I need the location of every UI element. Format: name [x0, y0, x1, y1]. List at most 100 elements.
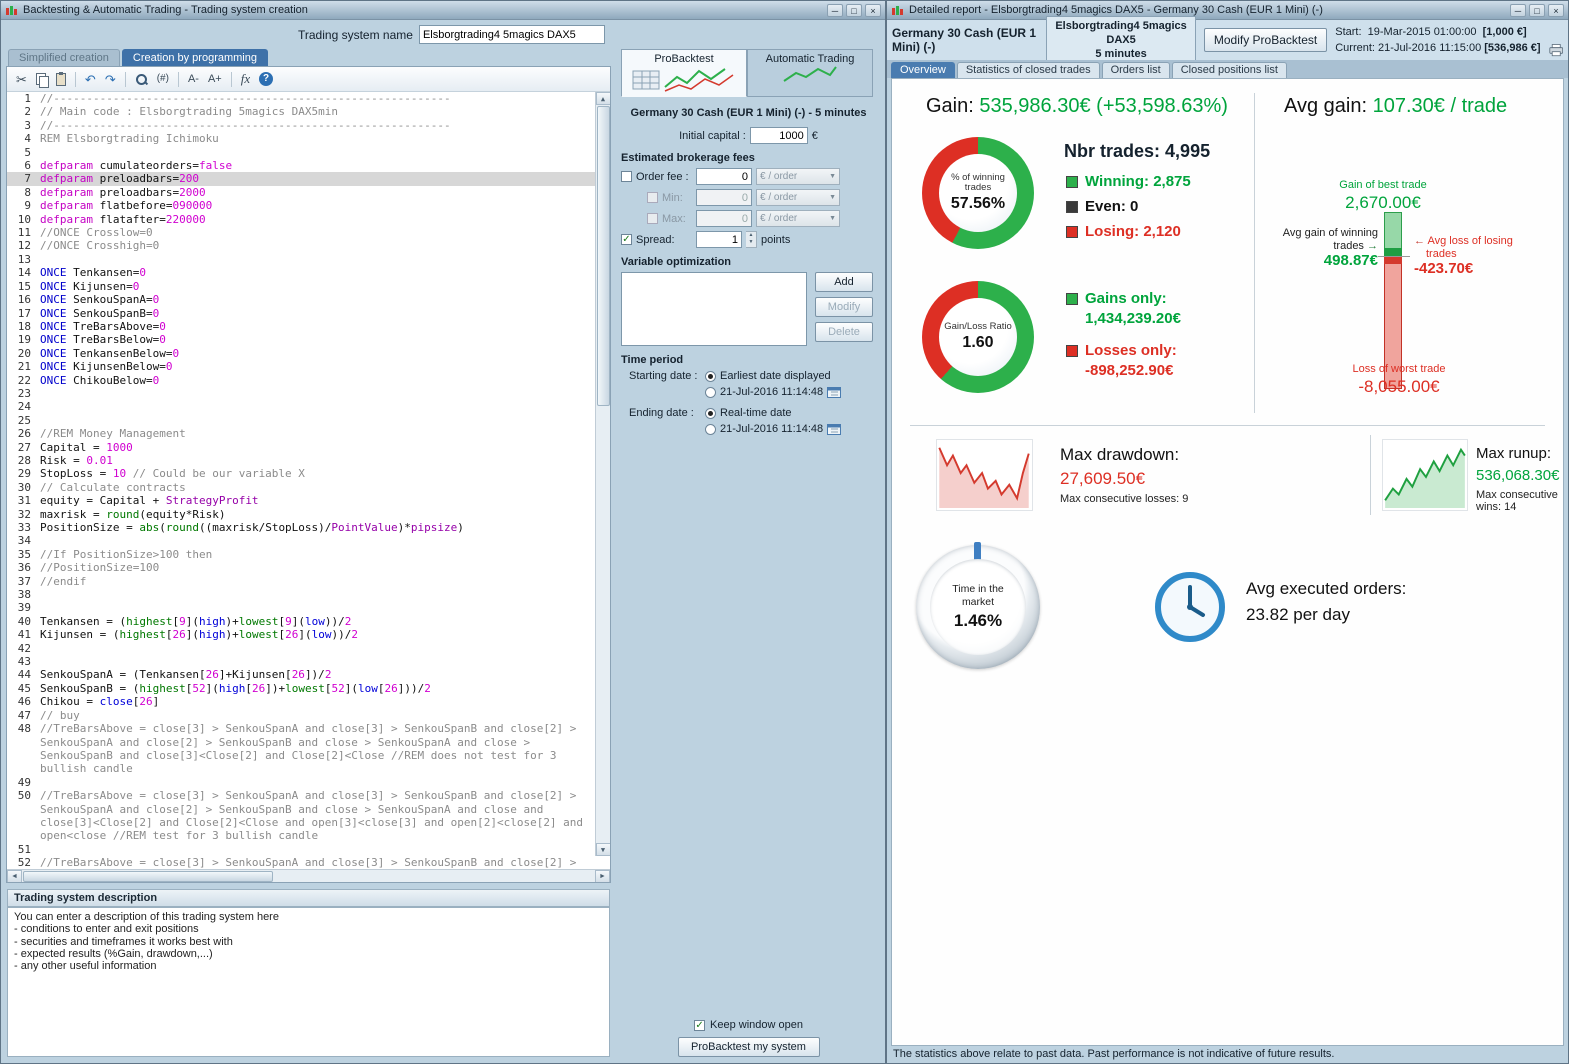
tab-creation-by-programming[interactable]: Creation by programming [121, 49, 268, 66]
tab-overview[interactable]: Overview [891, 62, 955, 78]
code-line[interactable]: 27 Capital = 1000 [7, 441, 595, 454]
starting-earliest-radio[interactable] [705, 370, 716, 382]
maximize-icon[interactable]: □ [1529, 3, 1545, 17]
code-line[interactable]: 1//-------------------------------------… [7, 92, 595, 105]
tab-probacktest[interactable]: ProBacktest [621, 49, 747, 97]
code-line[interactable]: 25 [7, 414, 595, 427]
code-line[interactable]: 6 defparam cumulateorders=false [7, 159, 595, 172]
max-fee-checkbox[interactable] [647, 213, 658, 224]
scroll-down-icon[interactable]: ▼ [595, 843, 610, 856]
code-line[interactable]: 41 Kijunsen = (highest[26](high)+lowest[2… [7, 628, 595, 641]
ending-date-radio[interactable] [705, 423, 716, 435]
code-line[interactable]: 45 SenkouSpanB = (highest[52](high[26])+l… [7, 682, 595, 695]
close-icon[interactable]: × [1548, 3, 1564, 17]
code-line[interactable]: 22 ONCE ChikouBelow=0 [7, 374, 595, 387]
min-fee-input[interactable] [696, 189, 752, 206]
code-line[interactable]: 24 [7, 400, 595, 413]
close-icon[interactable]: × [865, 3, 881, 17]
code-line[interactable]: 14 ONCE Tenkansen=0 [7, 266, 595, 279]
code-line[interactable]: 40 Tenkansen = (highest[9](high)+lowest[9… [7, 615, 595, 628]
code-line[interactable]: 43 [7, 655, 595, 668]
code-line[interactable]: 3//-------------------------------------… [7, 119, 595, 132]
tab-closed-positions-list[interactable]: Closed positions list [1171, 62, 1287, 78]
code-line[interactable]: 17 ONCE SenkouSpanB=0 [7, 307, 595, 320]
code-line[interactable]: 13 [7, 253, 595, 266]
scroll-left-icon[interactable]: ◄ [7, 869, 22, 882]
code-line[interactable]: 8 defparam preloadbars=2000 [7, 186, 595, 199]
order-fee-unit-dropdown[interactable]: € / order ▼ [756, 168, 840, 185]
code-line[interactable]: 47// buy [7, 709, 595, 722]
add-button[interactable]: Add [815, 272, 873, 292]
code-line[interactable]: 49 [7, 776, 595, 789]
search-icon[interactable] [135, 73, 148, 86]
code-line[interactable]: 36//PositionSize=100 [7, 561, 595, 574]
hscrollbar-thumb[interactable] [23, 870, 273, 882]
code-line[interactable]: 34 [7, 534, 595, 547]
description-textarea[interactable]: You can enter a description of this trad… [7, 907, 610, 1057]
minimize-icon[interactable]: ─ [1510, 3, 1526, 17]
scrollbar-thumb[interactable] [596, 106, 610, 406]
code-line[interactable]: 9 defparam flatbefore=090000 [7, 199, 595, 212]
cut-icon[interactable]: ✂ [16, 73, 27, 86]
probacktest-my-system-button[interactable]: ProBacktest my system [677, 1037, 820, 1057]
spread-input[interactable] [696, 231, 742, 248]
min-fee-unit-dropdown[interactable]: € / order ▼ [756, 189, 840, 206]
calendar-icon[interactable] [827, 386, 842, 398]
initial-capital-input[interactable] [749, 127, 808, 144]
trading-system-name-input[interactable] [418, 25, 605, 44]
code-line[interactable]: 15 ONCE Kijunsen=0 [7, 280, 595, 293]
code-line[interactable]: 33 PositionSize = abs(round((maxrisk/Stop… [7, 521, 595, 534]
order-fee-checkbox[interactable] [621, 171, 632, 182]
code-line[interactable]: 4 REM Elsborgtrading Ichimoku [7, 132, 595, 145]
code-line[interactable]: 5 [7, 146, 595, 159]
code-line[interactable]: 48//TreBarsAbove = close[3] > SenkouSpan… [7, 722, 595, 776]
code-line[interactable]: 39 [7, 601, 595, 614]
code-line[interactable]: 26//REM Money Management [7, 427, 595, 440]
redo-icon[interactable]: ↷ [105, 73, 116, 86]
code-area[interactable]: 1//-------------------------------------… [7, 92, 610, 869]
maximize-icon[interactable]: □ [846, 3, 862, 17]
delete-button[interactable]: Delete [815, 322, 873, 342]
code-line[interactable]: 28 Risk = 0.01 [7, 454, 595, 467]
code-line[interactable]: 29 StopLoss = 10 // Could be our variable… [7, 467, 595, 480]
replace-icon[interactable]: (#) [157, 74, 169, 84]
order-fee-input[interactable] [696, 168, 752, 185]
code-line[interactable]: 19 ONCE TreBarsBelow=0 [7, 333, 595, 346]
modify-button[interactable]: Modify [815, 297, 873, 317]
code-line[interactable]: 21 ONCE KijunsenBelow=0 [7, 360, 595, 373]
max-fee-unit-dropdown[interactable]: € / order ▼ [756, 210, 840, 227]
insert-function-icon[interactable]: fx [241, 71, 250, 87]
code-line[interactable]: 11//ONCE Crosslow=0 [7, 226, 595, 239]
horizontal-scrollbar[interactable]: ◄ ► [7, 869, 610, 882]
code-line[interactable]: 10 defparam flatafter=220000 [7, 213, 595, 226]
code-line[interactable]: 51 [7, 843, 595, 856]
scroll-up-icon[interactable]: ▲ [595, 92, 610, 105]
copy-icon[interactable] [35, 72, 49, 88]
modify-probacktest-button[interactable]: Modify ProBacktest [1203, 28, 1328, 52]
code-line[interactable]: 35//If PositionSize>100 then [7, 548, 595, 561]
code-line[interactable]: 31 equity = Capital + StrategyProfit [7, 494, 595, 507]
spread-stepper[interactable]: ▲ ▼ [746, 231, 757, 248]
help-icon[interactable]: ? [259, 72, 274, 86]
tab-simplified-creation[interactable]: Simplified creation [8, 49, 120, 66]
code-line[interactable]: 23 [7, 387, 595, 400]
code-line[interactable]: 37//endif [7, 575, 595, 588]
ending-realtime-radio[interactable] [705, 407, 716, 419]
keep-window-open-checkbox[interactable]: ✓ [694, 1019, 706, 1031]
decrease-font-icon[interactable]: A- [188, 73, 199, 85]
increase-font-icon[interactable]: A+ [208, 73, 222, 85]
print-icon[interactable] [1548, 43, 1563, 58]
tab-automatic-trading[interactable]: Automatic Trading [747, 49, 873, 97]
scroll-right-icon[interactable]: ► [595, 869, 610, 882]
code-line[interactable]: 52//TreBarsAbove = close[3] > SenkouSpan… [7, 856, 595, 869]
undo-icon[interactable]: ↶ [85, 73, 96, 86]
code-line[interactable]: 7 defparam preloadbars=200 [7, 172, 595, 186]
code-line[interactable]: 2// Main code : Elsborgtrading 5magics D… [7, 105, 595, 118]
starting-date-radio[interactable] [705, 386, 716, 398]
code-line[interactable]: 50//TreBarsAbove = close[3] > SenkouSpan… [7, 789, 595, 843]
code-line[interactable]: 42 [7, 642, 595, 655]
vertical-scrollbar[interactable]: ▲ ▼ [595, 92, 610, 856]
code-line[interactable]: 30// Calculate contracts [7, 481, 595, 494]
code-line[interactable]: 12//ONCE Crosshigh=0 [7, 239, 595, 252]
code-line[interactable]: 46 Chikou = close[26] [7, 695, 595, 708]
